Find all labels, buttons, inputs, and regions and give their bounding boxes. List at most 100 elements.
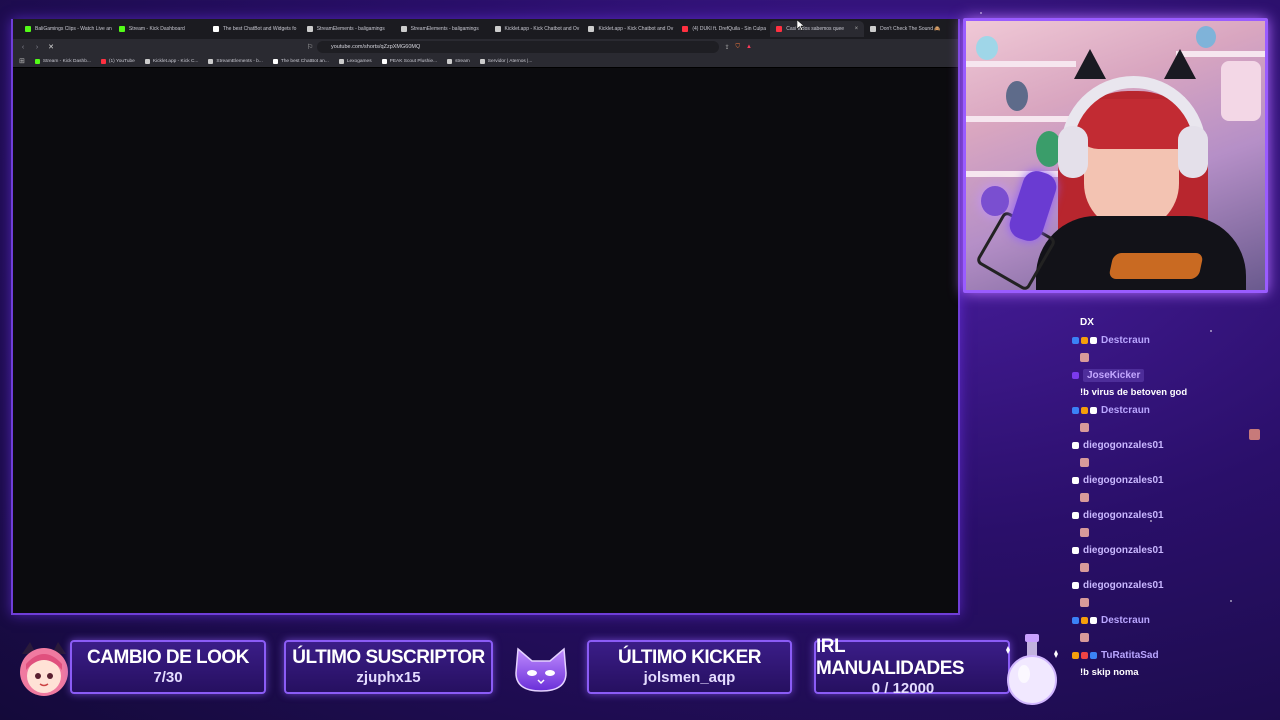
chat-line: diegogonzales01 bbox=[1072, 437, 1272, 455]
chat-username: diegogonzales01 bbox=[1083, 544, 1164, 556]
chat-line: !b skip noma bbox=[1072, 664, 1272, 682]
browser-tab[interactable]: Stream - Kick Dashboard bbox=[113, 21, 207, 37]
bookmark-label: Lexogames bbox=[346, 58, 372, 64]
tab-favicon-icon bbox=[118, 26, 125, 32]
address-row: ‹ › ✕ ⚐ youtube.com/shorts/qZzpXMG60MQ ⇪… bbox=[13, 39, 958, 55]
chat-badge-icon bbox=[1072, 406, 1079, 414]
bookmark-item[interactable]: StreamElements - b... bbox=[208, 58, 263, 64]
chat-badge-icon bbox=[1090, 406, 1097, 414]
address-bar[interactable]: ⚐ youtube.com/shorts/qZzpXMG60MQ bbox=[307, 41, 719, 53]
browser-tab[interactable]: Kicklet.app - Kick Chatbot and Ov bbox=[582, 21, 676, 37]
bookmark-favicon-icon bbox=[208, 58, 214, 64]
tab-label: (4) DUKI ft. DrefQuila - Sin Culpa bbox=[692, 26, 766, 32]
bookmark-favicon-icon bbox=[479, 58, 485, 64]
chat-line: !b virus de betoven god bbox=[1072, 384, 1272, 402]
browser-tab[interactable]: StreamElements - baligamings bbox=[395, 21, 489, 37]
chat-line: diegogonzales01 bbox=[1072, 507, 1272, 525]
tab-favicon-icon bbox=[25, 26, 31, 32]
chat-badge-icon bbox=[1090, 616, 1097, 624]
bookmark-icon[interactable]: ⚐ bbox=[307, 43, 313, 51]
brave-shield-icon[interactable]: ⛉ bbox=[736, 44, 741, 51]
bookmark-favicon-icon bbox=[447, 58, 453, 64]
tab-label: Don't Check The Sound 🙈 bbox=[880, 26, 941, 32]
forward-icon[interactable]: › bbox=[33, 44, 41, 51]
reload-icon[interactable]: ✕ bbox=[47, 43, 55, 51]
emote-icon bbox=[1080, 493, 1089, 503]
widget-title: ÚLTIMO SUSCRIPTOR bbox=[292, 647, 485, 668]
chat-line bbox=[1072, 419, 1272, 437]
browser-tab[interactable]: Don't Check The Sound 🙈 bbox=[864, 21, 958, 37]
webcam-feed bbox=[963, 18, 1268, 293]
bookmark-item[interactable]: Kicklet.app - Kick C... bbox=[144, 58, 198, 64]
tab-favicon-icon bbox=[494, 26, 501, 32]
tab-close-icon[interactable]: × bbox=[855, 26, 859, 32]
chat-username: diegogonzales01 bbox=[1083, 439, 1164, 451]
emote-icon bbox=[1080, 633, 1089, 643]
chat-line: diegogonzales01 bbox=[1072, 577, 1272, 595]
bookmark-label: Servidor | Aternos |... bbox=[487, 58, 533, 64]
bookmark-item[interactable]: The best ChatBot an... bbox=[272, 58, 329, 64]
chat-badge-icon bbox=[1072, 581, 1079, 589]
streamer-avatar-icon bbox=[20, 642, 68, 696]
chat-username: Destcraun bbox=[1101, 334, 1150, 346]
chat-username: TuRatitaSad bbox=[1101, 649, 1159, 661]
chat-line: TuRatitaSad bbox=[1072, 647, 1272, 665]
widget-title: CAMBIO DE LOOK bbox=[87, 647, 249, 668]
browser-tab[interactable]: Kicklet.app - Kick Chatbot and Ov bbox=[489, 21, 583, 37]
bookmarks-bar: ⊞ Stream - Kick Dashb... (1) YouTube Kickl… bbox=[13, 55, 958, 68]
chat-username: Destcraun bbox=[1101, 614, 1150, 626]
bookmark-label: stream bbox=[455, 58, 470, 64]
bookmark-favicon-icon bbox=[100, 58, 106, 64]
plush-toy bbox=[1006, 81, 1028, 111]
widget-title: ÚLTIMO KICKER bbox=[617, 647, 762, 668]
earcup bbox=[1058, 126, 1088, 178]
chat-line bbox=[1072, 349, 1272, 367]
bookmark-item[interactable]: (1) YouTube bbox=[100, 58, 135, 64]
bookmark-favicon-icon bbox=[34, 58, 40, 64]
bookmark-item[interactable]: Stream - Kick Dashb... bbox=[34, 58, 91, 64]
chat-badge-icon bbox=[1081, 616, 1088, 624]
page-content[interactable] bbox=[13, 68, 958, 613]
browser-tab[interactable]: The best ChatBot and Widgets fo bbox=[207, 21, 301, 37]
chat-line bbox=[1072, 559, 1272, 577]
browser-tab[interactable]: Casi todos sabemos quee × bbox=[770, 21, 865, 37]
browser-tab[interactable]: (4) DUKI ft. DrefQuila - Sin Culpa bbox=[676, 21, 770, 37]
chat-line: JoseKicker bbox=[1072, 367, 1272, 385]
chat-badge-icon bbox=[1081, 336, 1088, 344]
browser-tab[interactable]: StreamElements - baligamings bbox=[301, 21, 395, 37]
widget-value: jolsmen_aqp bbox=[643, 669, 736, 686]
chat-message: !b skip noma bbox=[1080, 667, 1139, 679]
emote-icon bbox=[1080, 458, 1089, 468]
chat-badge-icon bbox=[1072, 336, 1079, 344]
browser-tab[interactable]: BaliGamings Clips - Watch Live an bbox=[19, 21, 113, 37]
back-icon[interactable]: ‹ bbox=[19, 44, 27, 51]
tab-label: Stream - Kick Dashboard bbox=[128, 26, 185, 32]
bookmark-label: PEAK Scout Plushie... bbox=[389, 58, 438, 64]
tab-favicon-icon bbox=[682, 26, 689, 32]
earcup bbox=[1178, 126, 1208, 178]
mouse-cursor-icon bbox=[797, 20, 805, 31]
bookmark-item[interactable]: Servidor | Aternos |... bbox=[479, 58, 533, 64]
chat-badge-icon bbox=[1081, 406, 1088, 414]
tab-label: StreamElements - baligamings bbox=[316, 26, 385, 32]
share-icon[interactable]: ⇪ bbox=[725, 44, 730, 51]
bookmark-item[interactable]: PEAK Scout Plushie... bbox=[381, 58, 438, 64]
bookmark-item[interactable]: stream bbox=[447, 58, 470, 64]
chat-badge-icon bbox=[1072, 546, 1079, 554]
star-sparkle bbox=[980, 12, 982, 14]
bookmark-label: StreamElements - b... bbox=[216, 58, 263, 64]
bookmark-item[interactable]: Lexogames bbox=[338, 58, 372, 64]
widget-title: IRL MANUALIDADES bbox=[816, 636, 965, 679]
tab-favicon-icon bbox=[212, 26, 219, 32]
emote-icon bbox=[1080, 563, 1089, 573]
bookmark-favicon-icon bbox=[338, 58, 344, 64]
plush-toy bbox=[976, 36, 998, 60]
chat-badge-icon bbox=[1072, 616, 1079, 624]
chat-line bbox=[1072, 524, 1272, 542]
chat-username: diegogonzales01 bbox=[1083, 579, 1164, 591]
chat-overlay: DX Destcraun JoseKicker !b virus de betove… bbox=[1072, 314, 1272, 682]
apps-grid-icon[interactable]: ⊞ bbox=[19, 57, 25, 65]
brave-rewards-icon[interactable]: ▲ bbox=[746, 44, 752, 51]
tab-label: Kicklet.app - Kick Chatbot and Ov bbox=[598, 26, 674, 32]
plush-toy bbox=[1196, 26, 1216, 48]
